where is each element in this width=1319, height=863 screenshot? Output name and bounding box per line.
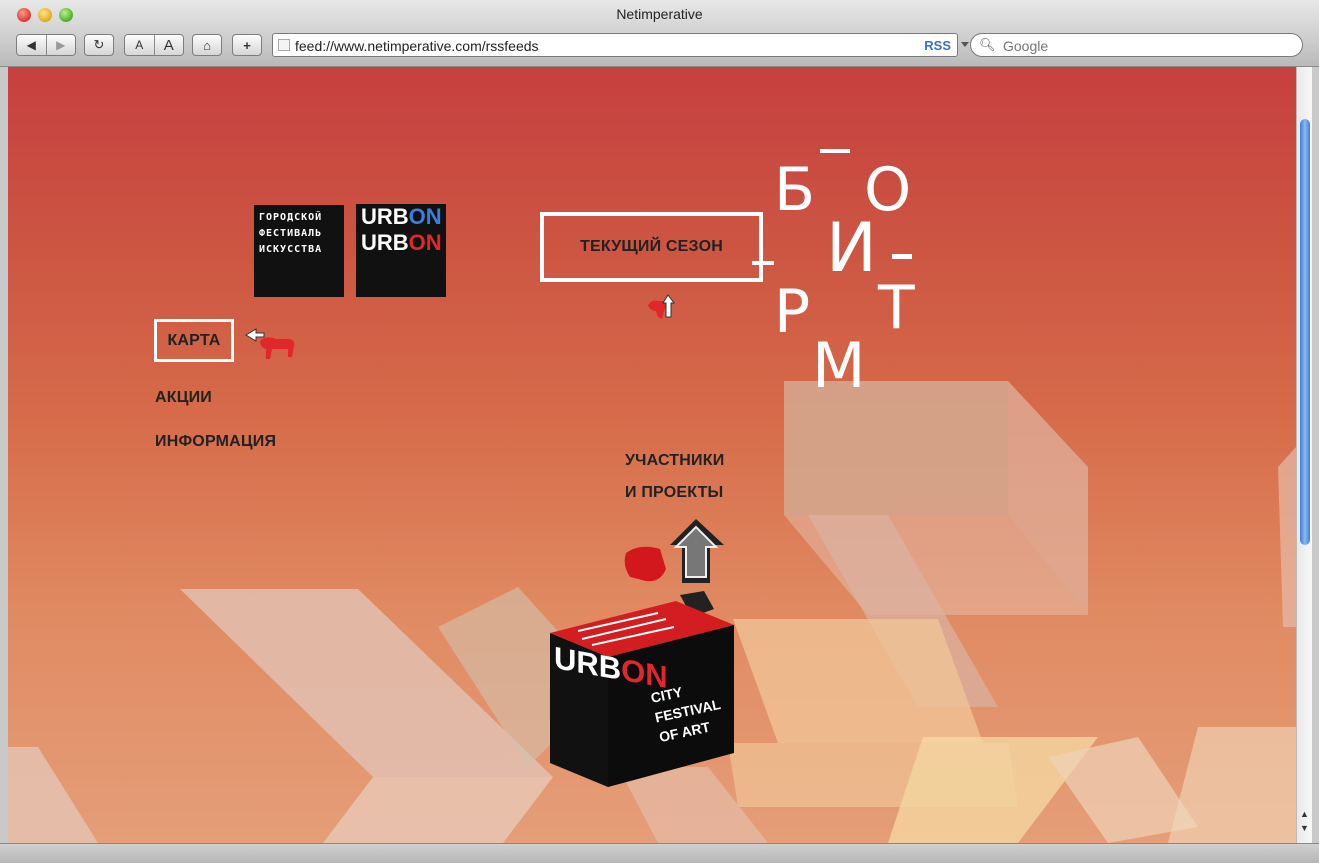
nav-promotions[interactable]: АКЦИИ <box>155 389 212 407</box>
festival-logo-line: ГОРОДСКОЙ <box>259 212 323 223</box>
biorhythm-letter: М <box>812 329 866 402</box>
scroll-down-arrow[interactable]: ▼ <box>1300 823 1309 833</box>
back-forward-buttons: ◀ ▶ <box>16 34 76 56</box>
nav-map-button[interactable]: КАРТА <box>154 319 234 362</box>
window-title: Netimperative <box>616 6 703 22</box>
browser-window: Netimperative ◀ ▶ ↻ A A ⌂ + feed://www.n… <box>0 0 1319 863</box>
participants-label: УЧАСТНИКИ <box>625 452 725 469</box>
current-season-button[interactable]: ТЕКУЩИЙ СЕЗОН <box>540 212 763 282</box>
text-smaller-button[interactable]: A <box>125 35 154 55</box>
biorhythm-dash <box>892 254 912 259</box>
urbon-logo-text: URB <box>361 204 409 229</box>
urbon-logo-text: ON <box>408 204 442 229</box>
search-field[interactable]: 🔍︎ <box>970 33 1303 57</box>
address-bar[interactable]: feed://www.netimperative.com/rssfeeds RS… <box>272 33 958 57</box>
search-input[interactable] <box>1001 36 1295 56</box>
biorhythm-letter: И <box>826 209 877 288</box>
text-bigger-button[interactable]: A <box>153 35 183 55</box>
reload-button[interactable]: ↻ <box>84 34 114 56</box>
browser-toolbar: Netimperative ◀ ▶ ↻ A A ⌂ + feed://www.n… <box>0 0 1319 67</box>
address-url[interactable]: feed://www.netimperative.com/rssfeeds <box>295 38 539 54</box>
back-icon[interactable]: ◀ <box>17 35 46 55</box>
rss-button[interactable]: RSS <box>924 38 951 53</box>
text-size-buttons: A A <box>124 34 184 56</box>
participants-link[interactable]: УЧАСТНИКИ И ПРОЕКТЫ <box>625 445 724 509</box>
status-bar <box>0 843 1319 863</box>
nav-map-label: КАРТА <box>167 331 221 349</box>
search-icon[interactable]: 🔍︎ <box>979 37 996 53</box>
biorhythm-dash <box>820 149 850 153</box>
dog-icon <box>245 328 295 359</box>
add-bookmark-button[interactable]: + <box>232 34 262 56</box>
urbon-logo-text: URB <box>361 230 409 255</box>
page-viewport: ГОРОДСКОЙ ФЕСТИВАЛЬ ИСКУССТВА URBON URBO… <box>8 67 1296 843</box>
biorhythm-letter: Т <box>878 273 915 343</box>
rss-dropdown-icon[interactable] <box>961 42 969 47</box>
urbon-cube[interactable]: URBON CITY FESTIVAL OF ART <box>548 595 738 787</box>
festival-logo-line: ФЕСТИВАЛЬ <box>259 228 323 239</box>
add-bookmark-label: + <box>243 37 251 53</box>
page-icon <box>278 39 290 51</box>
biorhythm-letter: Р <box>774 277 811 347</box>
nav-information[interactable]: ИНФОРМАЦИЯ <box>155 433 276 451</box>
vertical-scrollbar[interactable]: ▲ ▼ <box>1296 67 1312 843</box>
forward-icon[interactable]: ▶ <box>45 35 75 55</box>
dog-cursor-icon <box>648 294 675 319</box>
scrollbar-thumb[interactable] <box>1300 119 1310 545</box>
scroll-up-arrow[interactable]: ▲ <box>1300 809 1309 819</box>
urbon-logo-text: ON <box>408 230 442 255</box>
home-icon: ⌂ <box>203 37 211 53</box>
urbon-logo[interactable]: URBON URBON <box>356 204 446 297</box>
biorhythm-letter: Б <box>774 155 816 225</box>
festival-logo-line: ИСКУССТВА <box>259 244 323 255</box>
reload-icon: ↻ <box>93 37 105 52</box>
home-button[interactable]: ⌂ <box>192 34 222 56</box>
season-box-connector <box>752 261 774 265</box>
current-season-label: ТЕКУЩИЙ СЕЗОН <box>580 238 723 255</box>
festival-logo[interactable]: ГОРОДСКОЙ ФЕСТИВАЛЬ ИСКУССТВА <box>254 205 344 297</box>
participants-label: И ПРОЕКТЫ <box>625 484 724 501</box>
